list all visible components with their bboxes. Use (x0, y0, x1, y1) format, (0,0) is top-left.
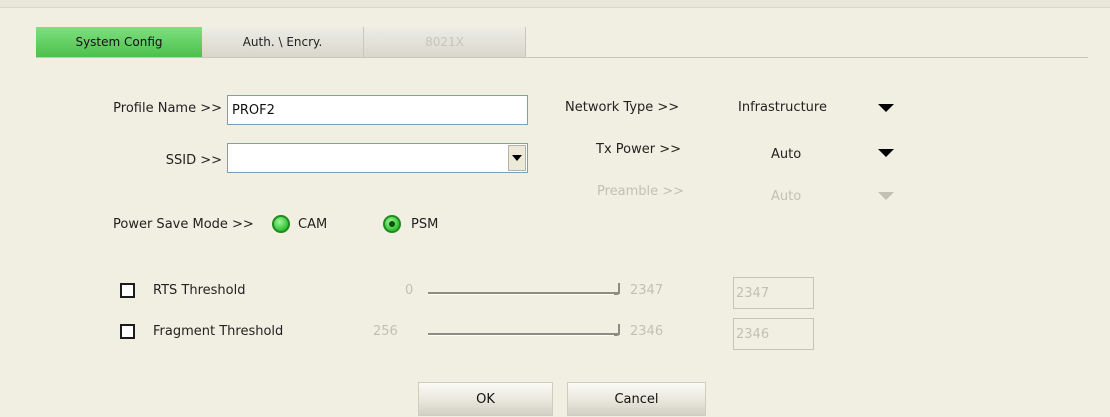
rts-slider-thumb[interactable] (614, 283, 620, 295)
cam-radio[interactable] (272, 215, 290, 233)
tab-auth-encry[interactable]: Auth. \ Encry. (202, 27, 364, 57)
tab-divider (36, 57, 1088, 58)
preamble-value: Auto (771, 189, 802, 204)
network-type-dropdown-icon[interactable] (878, 104, 894, 112)
network-type-label: Network Type >> (565, 100, 680, 115)
window-top-edge (0, 0, 1110, 8)
ssid-dropdown-button[interactable] (508, 145, 526, 171)
psm-radio[interactable] (383, 215, 401, 233)
fragment-slider-thumb[interactable] (614, 324, 620, 336)
network-type-value: Infrastructure (738, 100, 827, 115)
preamble-label: Preamble >> (597, 184, 685, 199)
fragment-value-box: 2346 (733, 318, 814, 350)
fragment-threshold-checkbox[interactable] (120, 324, 135, 339)
tx-power-label: Tx Power >> (596, 142, 681, 157)
fragment-slider-track (428, 333, 620, 336)
rts-min-label: 0 (405, 283, 414, 298)
preamble-dropdown-icon (878, 192, 894, 200)
profile-name-input[interactable] (227, 95, 528, 125)
tab-strip: System Config Auth. \ Encry. 8021X (36, 27, 526, 57)
tab-system-config[interactable]: System Config (36, 27, 202, 57)
psm-label: PSM (411, 217, 439, 232)
tx-power-value: Auto (771, 147, 802, 162)
power-save-label: Power Save Mode >> (113, 217, 254, 232)
cam-label: CAM (298, 217, 328, 232)
fragment-min-label: 256 (373, 324, 398, 339)
fragment-max-label: 2346 (630, 324, 664, 339)
rts-max-label: 2347 (630, 283, 664, 298)
ssid-label: SSID >> (165, 153, 222, 168)
rts-value-box: 2347 (733, 277, 814, 309)
fragment-threshold-label: Fragment Threshold (153, 324, 284, 339)
profile-name-label: Profile Name >> (113, 101, 222, 116)
tab-8021x: 8021X (364, 27, 526, 57)
cancel-button[interactable]: Cancel (567, 382, 706, 416)
rts-slider-track (428, 292, 620, 295)
ok-button[interactable]: OK (418, 382, 553, 416)
rts-threshold-checkbox[interactable] (120, 283, 135, 298)
rts-threshold-label: RTS Threshold (153, 283, 246, 298)
ssid-combo[interactable] (227, 143, 528, 173)
chevron-down-icon (512, 155, 522, 161)
tx-power-dropdown-icon[interactable] (878, 149, 894, 157)
